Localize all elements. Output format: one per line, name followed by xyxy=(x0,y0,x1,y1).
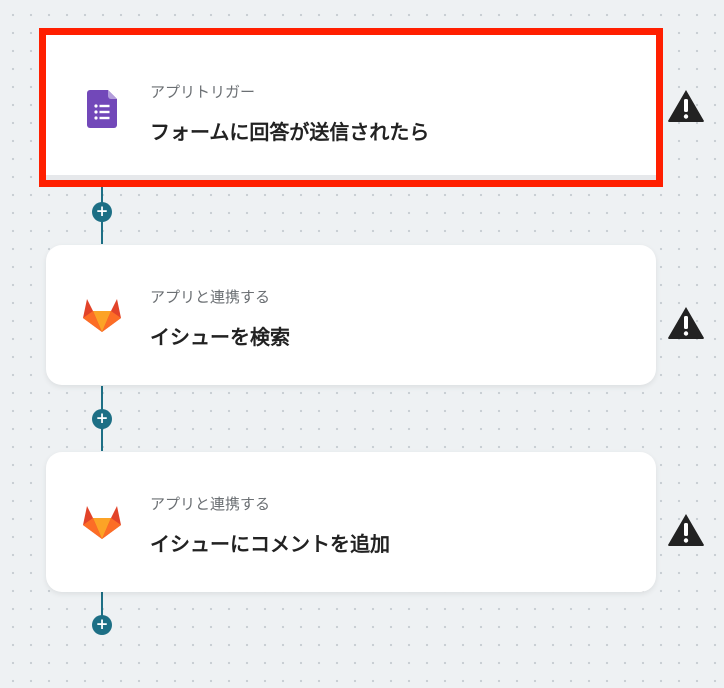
step-card-add-comment[interactable]: アプリと連携する イシューにコメントを追加 xyxy=(46,452,656,592)
step-type-label: アプリと連携する xyxy=(150,288,271,306)
step-type-label: アプリと連携する xyxy=(150,495,271,513)
warning-icon[interactable] xyxy=(667,513,705,547)
step-card-search-issue[interactable]: アプリと連携する イシューを検索 xyxy=(46,245,656,385)
step-title: フォームに回答が送信されたら xyxy=(150,120,430,144)
gitlab-icon xyxy=(83,296,121,334)
google-forms-icon xyxy=(83,90,121,128)
gitlab-icon xyxy=(83,503,121,541)
connector-line xyxy=(101,592,103,617)
warning-icon[interactable] xyxy=(667,306,705,340)
add-step-button[interactable]: + xyxy=(92,409,112,429)
step-card-trigger[interactable]: アプリトリガー フォームに回答が送信されたら xyxy=(39,28,663,187)
add-step-button[interactable]: + xyxy=(92,615,112,635)
step-title: イシューにコメントを追加 xyxy=(150,532,390,556)
step-title: イシューを検索 xyxy=(150,325,290,349)
warning-icon[interactable] xyxy=(667,89,705,123)
step-type-label: アプリトリガー xyxy=(150,83,256,101)
add-step-button[interactable]: + xyxy=(92,202,112,222)
